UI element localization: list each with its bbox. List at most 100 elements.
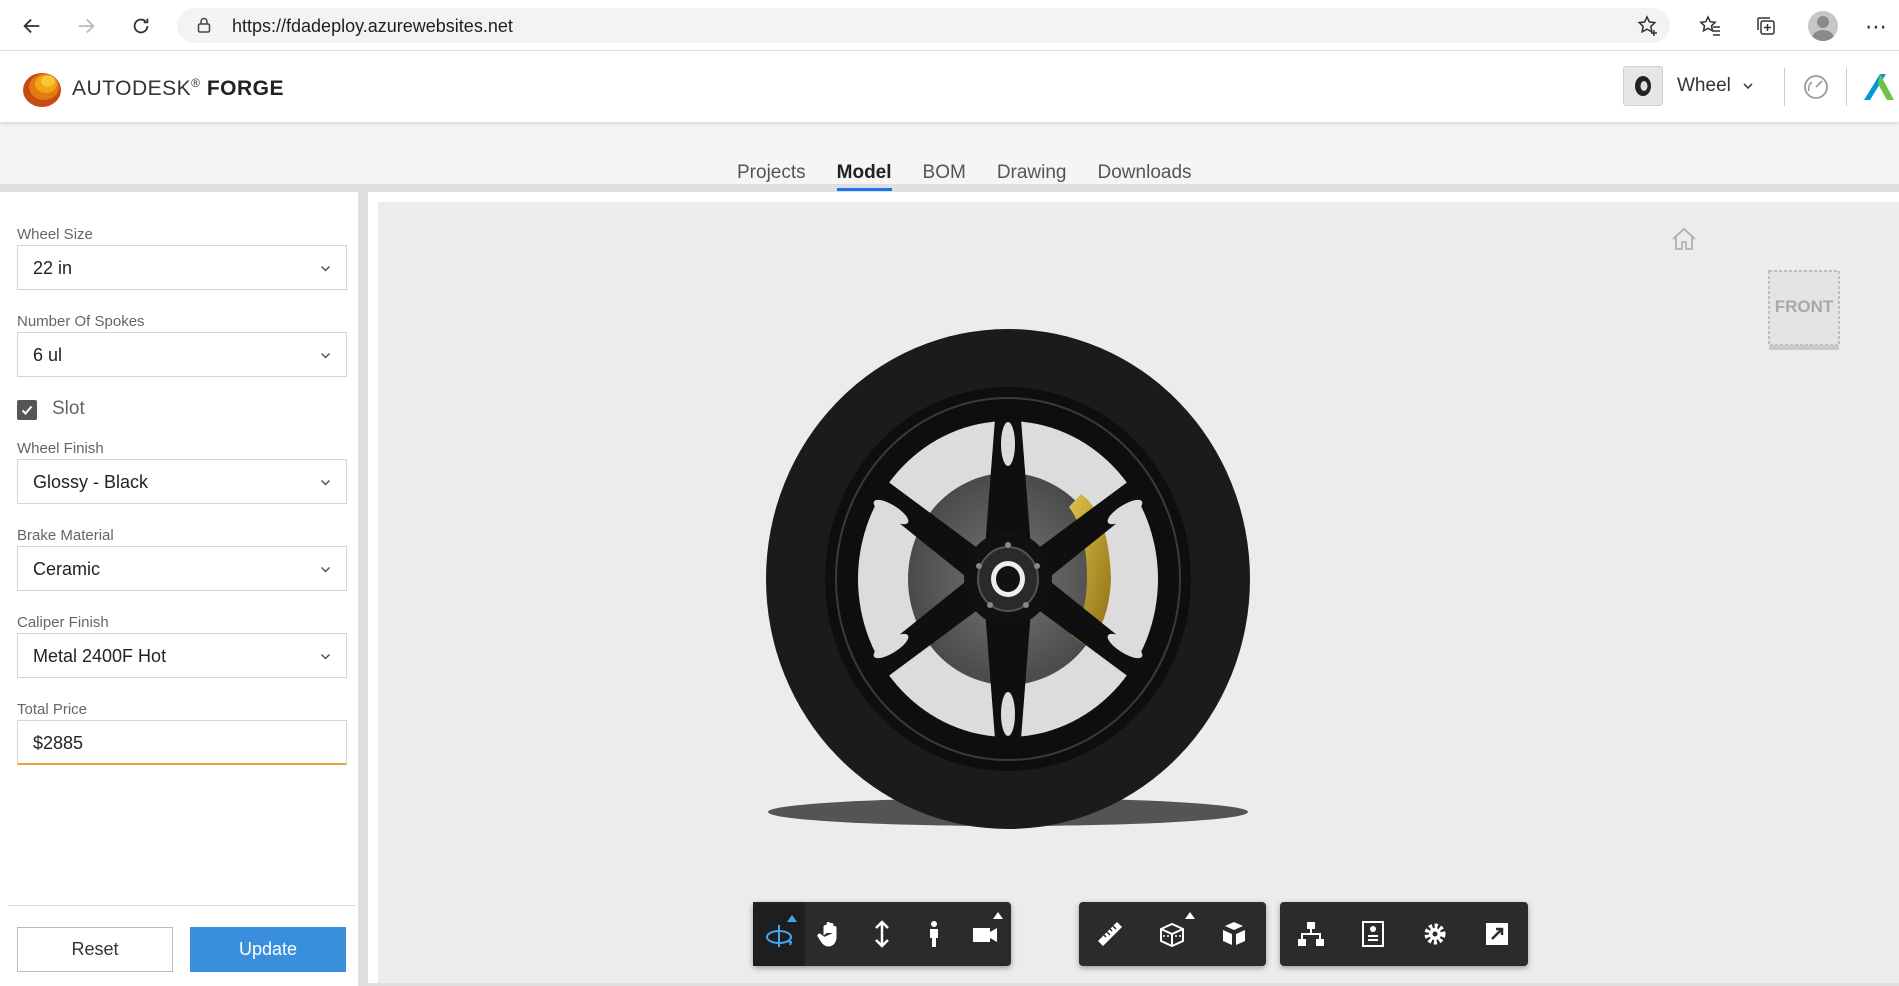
spokes-value: 6 ul bbox=[33, 345, 63, 365]
refresh-icon bbox=[133, 18, 149, 34]
measure-tool[interactable] bbox=[1079, 902, 1141, 966]
add-favorite-icon[interactable] bbox=[1636, 14, 1660, 38]
caliper-finish-value: Metal 2400F Hot bbox=[33, 646, 167, 666]
chevron-down-icon bbox=[320, 479, 331, 486]
total-price-field[interactable]: $2885 bbox=[17, 720, 347, 765]
chevron-down-icon bbox=[320, 653, 331, 660]
wheel-model bbox=[766, 329, 1250, 829]
caliper-finish-label: Caliper Finish bbox=[17, 614, 109, 631]
chevron-down-icon bbox=[320, 265, 331, 272]
wheel-size-select[interactable]: 22 in bbox=[17, 245, 347, 290]
favorites-icon bbox=[1699, 15, 1720, 36]
brand-product: FORGE bbox=[206, 77, 285, 100]
orbit-flyout-indicator bbox=[786, 915, 797, 922]
camera-tool[interactable] bbox=[959, 902, 1011, 966]
address-bar[interactable]: https://fdadeploy.azurewebsites.net bbox=[177, 8, 1670, 43]
fullscreen-tool[interactable] bbox=[1466, 902, 1528, 966]
tabs-strip: Projects Model BOM Drawing Downloads bbox=[0, 122, 1899, 192]
orbit-tool[interactable] bbox=[753, 902, 805, 966]
wheel-finish-label: Wheel Finish bbox=[17, 440, 104, 457]
spokes-label: Number Of Spokes bbox=[17, 313, 145, 330]
total-price-label: Total Price bbox=[17, 701, 88, 718]
tab-downloads[interactable]: Downloads bbox=[1098, 162, 1192, 191]
more-menu-icon[interactable]: ⋯ bbox=[1865, 14, 1888, 40]
collections-icon bbox=[1757, 17, 1775, 35]
section-tool[interactable] bbox=[1141, 902, 1203, 966]
viewcube-face-label: FRONT bbox=[1775, 297, 1834, 316]
profile-avatar[interactable] bbox=[1808, 11, 1838, 41]
browser-toolbar: https://fdadeploy.azurewebsites.net ⋯ bbox=[0, 0, 1899, 51]
brand-registered: ® bbox=[191, 76, 201, 90]
section-box-icon bbox=[1160, 922, 1184, 948]
chevron-down-icon bbox=[320, 352, 331, 359]
home-icon[interactable] bbox=[1670, 226, 1698, 252]
project-selector[interactable]: Wheel bbox=[1623, 66, 1755, 106]
speedometer-icon[interactable] bbox=[1801, 72, 1831, 102]
header-divider bbox=[1784, 68, 1785, 106]
project-thumbnail bbox=[1623, 66, 1663, 106]
settings-toolbar bbox=[1280, 902, 1528, 966]
first-person-tool[interactable] bbox=[908, 902, 960, 966]
section-flyout-indicator bbox=[1185, 912, 1195, 919]
brand-prefix: AUTODESK bbox=[72, 77, 192, 100]
model-viewer[interactable]: FRONT bbox=[378, 202, 1899, 986]
panel-divider bbox=[8, 905, 356, 906]
forge-logo-icon bbox=[23, 73, 61, 107]
camera-icon bbox=[973, 928, 998, 942]
wheel-size-value: 22 in bbox=[33, 258, 73, 278]
forward-button[interactable] bbox=[70, 10, 102, 42]
back-arrow-icon bbox=[23, 18, 40, 34]
spokes-select[interactable]: 6 ul bbox=[17, 332, 347, 377]
header-divider bbox=[1846, 68, 1847, 106]
tab-drawing[interactable]: Drawing bbox=[997, 162, 1067, 191]
url-text: https://fdadeploy.azurewebsites.net bbox=[232, 16, 513, 36]
total-price-value: $2885 bbox=[33, 733, 84, 753]
model-browser-tool[interactable] bbox=[1280, 902, 1342, 966]
back-button[interactable] bbox=[16, 10, 48, 42]
navigation-toolbar bbox=[753, 902, 1011, 966]
forward-arrow-icon bbox=[78, 18, 95, 34]
caliper-finish-select[interactable]: Metal 2400F Hot bbox=[17, 633, 347, 678]
wheel-size-label: Wheel Size bbox=[17, 226, 93, 243]
tab-bom[interactable]: BOM bbox=[923, 162, 966, 191]
zoom-tool[interactable] bbox=[856, 902, 908, 966]
brake-material-label: Brake Material bbox=[17, 527, 114, 544]
properties-icon bbox=[1362, 921, 1384, 947]
ruler-icon bbox=[1098, 922, 1122, 946]
chevron-down-icon bbox=[320, 566, 331, 573]
slot-checkbox[interactable] bbox=[17, 400, 37, 420]
orbit-icon bbox=[765, 924, 793, 947]
tab-model[interactable]: Model bbox=[836, 162, 892, 191]
pan-tool[interactable] bbox=[805, 902, 857, 966]
parameters-panel: Wheel Size 22 in Number Of Spokes 6 ul S… bbox=[0, 192, 368, 986]
lock-icon bbox=[197, 17, 211, 33]
brake-material-select[interactable]: Ceramic bbox=[17, 546, 347, 591]
reset-button[interactable]: Reset bbox=[17, 927, 173, 972]
checkmark-icon bbox=[21, 405, 33, 415]
tab-projects[interactable]: Projects bbox=[737, 162, 806, 191]
viewcube[interactable]: FRONT bbox=[1766, 268, 1842, 352]
brand-title: AUTODESK® FORGE bbox=[72, 76, 284, 101]
hand-icon bbox=[817, 922, 837, 947]
collections-button[interactable] bbox=[1752, 12, 1780, 40]
properties-tool[interactable] bbox=[1342, 902, 1404, 966]
update-button[interactable]: Update bbox=[190, 927, 346, 972]
wheel-finish-select[interactable]: Glossy - Black bbox=[17, 459, 347, 504]
refresh-button[interactable] bbox=[125, 10, 157, 42]
modeling-toolbar bbox=[1079, 902, 1266, 966]
project-name: Wheel bbox=[1677, 75, 1731, 96]
app-header: AUTODESK® FORGE Wheel bbox=[0, 52, 1899, 122]
brake-material-value: Ceramic bbox=[33, 559, 101, 579]
settings-tool[interactable] bbox=[1404, 902, 1466, 966]
person-icon bbox=[929, 921, 938, 947]
favorites-button[interactable] bbox=[1696, 12, 1724, 40]
wheel-thumbnail-icon bbox=[1635, 76, 1651, 96]
autodesk-logo-icon bbox=[1864, 74, 1894, 100]
main-tabs: Projects Model BOM Drawing Downloads bbox=[737, 162, 1223, 191]
camera-flyout-indicator bbox=[992, 912, 1003, 919]
slot-label: Slot bbox=[52, 398, 85, 419]
gear-icon bbox=[1424, 923, 1446, 945]
explode-cube-icon bbox=[1223, 922, 1245, 945]
chevron-down-icon bbox=[1743, 83, 1753, 90]
explode-tool[interactable] bbox=[1203, 902, 1265, 966]
